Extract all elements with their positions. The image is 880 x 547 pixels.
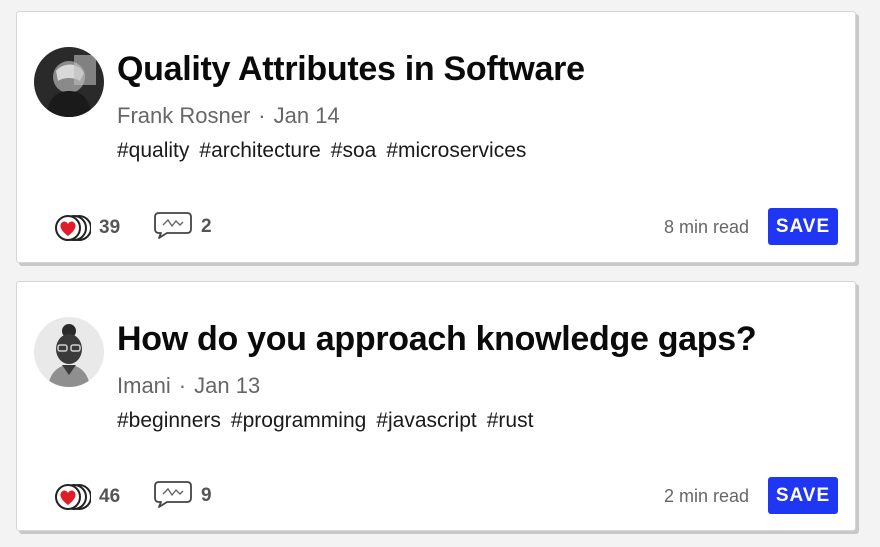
reactions-count: 39 bbox=[99, 217, 121, 238]
tag-link[interactable]: #beginners bbox=[117, 409, 221, 432]
comments-count: 2 bbox=[201, 216, 212, 237]
tag-link[interactable]: #javascript bbox=[376, 409, 476, 432]
tag-link[interactable]: #programming bbox=[231, 409, 366, 432]
reactions-button[interactable]: 39 bbox=[53, 213, 120, 243]
author-name[interactable]: Imani bbox=[117, 373, 171, 398]
meta-separator: · bbox=[178, 373, 187, 398]
author-name[interactable]: Frank Rosner bbox=[117, 103, 250, 128]
comments-button[interactable]: 2 bbox=[153, 210, 212, 245]
tag-list: #quality #architecture #soa #microservices bbox=[117, 138, 536, 164]
tag-list: #beginners #programming #javascript #rust bbox=[117, 408, 543, 434]
tag-link[interactable]: #microservices bbox=[386, 139, 526, 162]
tag-link[interactable]: #quality bbox=[117, 139, 189, 162]
reactions-button[interactable]: 46 bbox=[53, 482, 120, 512]
publish-date: Jan 13 bbox=[194, 373, 261, 398]
article-title[interactable]: Quality Attributes in Software bbox=[117, 48, 585, 90]
article-card[interactable]: How do you approach knowledge gaps? Iman… bbox=[16, 281, 856, 531]
article-card[interactable]: Quality Attributes in Software Frank Ros… bbox=[16, 11, 856, 263]
meta-separator: · bbox=[258, 103, 266, 128]
comments-button[interactable]: 9 bbox=[153, 479, 212, 514]
comments-count: 9 bbox=[201, 485, 212, 506]
article-meta: Imani · Jan 13 bbox=[117, 372, 260, 400]
heart-stack-icon bbox=[53, 213, 92, 243]
article-title[interactable]: How do you approach knowledge gaps? bbox=[117, 318, 757, 360]
read-time: 8 min read bbox=[663, 217, 749, 237]
tag-link[interactable]: #architecture bbox=[199, 139, 320, 162]
save-button[interactable]: SAVE bbox=[768, 477, 838, 514]
read-time: 2 min read bbox=[663, 486, 749, 506]
publish-date: Jan 14 bbox=[273, 103, 340, 128]
author-avatar[interactable] bbox=[34, 47, 104, 117]
comment-bubble-icon bbox=[153, 210, 193, 245]
tag-link[interactable]: #soa bbox=[331, 139, 377, 162]
heart-stack-icon bbox=[53, 482, 92, 512]
article-meta: Frank Rosner · Jan 14 bbox=[117, 102, 340, 130]
tag-link[interactable]: #rust bbox=[487, 409, 534, 432]
author-avatar[interactable] bbox=[34, 317, 104, 387]
reactions-count: 46 bbox=[99, 486, 121, 507]
save-button[interactable]: SAVE bbox=[768, 208, 838, 245]
comment-bubble-icon bbox=[153, 479, 193, 514]
article-feed: Quality Attributes in Software Frank Ros… bbox=[0, 0, 880, 547]
